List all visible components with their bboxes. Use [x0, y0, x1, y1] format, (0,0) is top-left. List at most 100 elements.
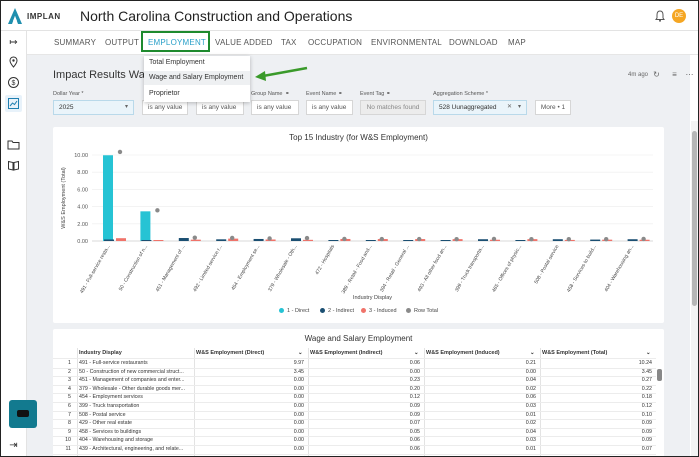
total-point [566, 236, 571, 242]
tab-download[interactable]: DOWNLOAD [449, 38, 498, 47]
bell-icon[interactable] [655, 10, 665, 22]
dollar-year-select[interactable]: 2025 ▾ [53, 100, 134, 115]
x-tick-label: 399 - Truck transporta... [454, 244, 486, 293]
link-icon[interactable]: ⚭ [386, 91, 391, 97]
x-tick-label: 472 - Hospitals [314, 244, 336, 276]
table-scrollbar-thumb[interactable] [657, 369, 662, 381]
dropdown-item-proprietor[interactable]: Proprietor [149, 90, 180, 97]
filter-any-2[interactable]: is any value [196, 100, 244, 115]
table-cell-value: 0.03 [525, 437, 536, 444]
table-cell-industry[interactable]: 491 - Full-service restaurants [79, 359, 192, 368]
chat-icon [17, 410, 29, 417]
dropdown-item-wage-salary[interactable]: Wage and Salary Employment [144, 71, 250, 85]
group-name-input[interactable]: is any value [251, 100, 299, 115]
expand-icon[interactable]: ↦ [7, 36, 20, 49]
tab-output[interactable]: OUTPUT [105, 38, 139, 47]
bar-indirect [515, 240, 526, 241]
table-cell-industry[interactable]: 508 - Postal service [79, 411, 192, 420]
more-options-icon[interactable]: ⋯ [685, 70, 694, 79]
legend-item[interactable]: 2 - Indirect [320, 308, 354, 314]
chevron-down-icon[interactable]: ⌄ [414, 348, 422, 358]
tab-summary[interactable]: SUMMARY [54, 38, 96, 47]
more-filters-button[interactable]: More • 1 [535, 100, 571, 115]
x-tick-label: 404 - Warehousing an... [604, 244, 636, 293]
table-title: Wage and Salary Employment [304, 334, 413, 343]
table-cell-value: 0.06 [409, 360, 420, 366]
x-tick-label: 458 - Services to build... [566, 244, 598, 293]
bar-direct [103, 155, 113, 241]
tab-tax[interactable]: TAX [281, 38, 297, 47]
bar-direct [140, 211, 151, 241]
legend-swatch [279, 308, 284, 313]
event-name-input[interactable]: is any value [306, 100, 353, 115]
table-cell-value: 0.03 [525, 403, 536, 409]
column-header[interactable]: W&S Employment (Induced) [426, 348, 538, 358]
tab-occupation[interactable]: OCCUPATION [308, 38, 362, 47]
table-cell-industry[interactable]: 50 - Construction of new commercial stru… [79, 368, 192, 377]
bar-indirect [291, 238, 301, 241]
table-cell-value: 0.05 [409, 428, 420, 435]
dollar-icon[interactable]: $ [7, 76, 20, 89]
tab-map[interactable]: MAP [508, 38, 526, 47]
table-cell-industry[interactable]: 458 - Services to buildings [79, 428, 192, 437]
logout-icon[interactable]: ⇥ [7, 439, 20, 452]
table-cell-industry[interactable]: 454 - Employment services [79, 393, 192, 402]
map-pin-icon[interactable] [7, 56, 20, 69]
bar-indirect [403, 240, 414, 241]
total-point [267, 236, 272, 241]
total-point [529, 236, 534, 242]
folder-icon[interactable] [7, 138, 20, 151]
book-icon[interactable] [7, 159, 20, 172]
column-header[interactable]: Industry Display [79, 348, 192, 358]
table-cell-industry[interactable]: 451 - Management of companies and enter.… [79, 376, 192, 385]
top-bar: IMPLAN North Carolina Construction and O… [1, 1, 698, 31]
table-cell-industry[interactable]: 379 - Wholesale - Other durable goods me… [79, 385, 192, 394]
chevron-down-icon[interactable]: ⌄ [298, 348, 306, 358]
legend-item[interactable]: 1 - Direct [279, 308, 309, 314]
filter-any-1[interactable]: is any value [142, 100, 188, 115]
chevron-down-icon[interactable]: ⌄ [530, 348, 538, 358]
dropdown-item-total-employment[interactable]: Total Employment [149, 59, 205, 66]
legend-item[interactable]: 3 - Induced [361, 308, 397, 314]
table-cell-value: 0.01 [525, 446, 536, 452]
column-header[interactable]: W&S Employment (Indirect) [310, 348, 422, 358]
chevron-down-icon[interactable]: ⌄ [646, 348, 654, 358]
table-cell-industry[interactable]: 429 - Other real estate [79, 419, 192, 428]
clear-icon[interactable]: ✕ [507, 101, 512, 114]
link-icon[interactable]: ⚭ [285, 91, 290, 97]
total-point [192, 235, 197, 240]
link-icon[interactable]: ⚭ [338, 91, 343, 97]
employment-dropdown: Total Employment Wage and Salary Employm… [144, 56, 250, 102]
x-axis-label: Industry Display [353, 295, 392, 301]
column-header[interactable]: W&S Employment (Direct) [196, 348, 306, 358]
table-cell-value: 0.09 [641, 437, 652, 444]
legend-item[interactable]: Row Total [406, 308, 438, 314]
column-header[interactable]: W&S Employment (Total) [542, 348, 654, 358]
event-tag-label: Event Tag [360, 91, 385, 97]
table-cell-value: 0.00 [293, 377, 304, 384]
table-cell-value: 0.07 [409, 420, 420, 427]
x-tick-label: 454 - Employment se... [230, 244, 261, 292]
aggregation-select[interactable]: 528 Uunaggregated ✕ ▾ [433, 100, 527, 115]
table-cell-value: 0.00 [293, 428, 304, 435]
y-tick-label: 4.00 [77, 205, 88, 211]
table-cell-value: 0.04 [525, 377, 536, 384]
table-cell-value: 9.97 [293, 360, 304, 366]
table-cell-industry[interactable]: 404 - Warehousing and storage [79, 436, 192, 445]
refresh-icon[interactable]: ↻ [652, 70, 661, 79]
chat-button[interactable] [9, 400, 37, 428]
tab-environmental[interactable]: ENVIRONMENTAL [371, 38, 442, 47]
tab-value-added[interactable]: VALUE ADDED [215, 38, 273, 47]
total-point [454, 236, 459, 242]
bar-indirect [627, 239, 638, 241]
filter-icon[interactable]: ≡ [670, 70, 679, 79]
page-scrollbar-thumb[interactable] [692, 131, 697, 306]
results-chart-icon[interactable] [7, 97, 20, 110]
table-cell-industry[interactable]: 439 - Architectural, engineering, and re… [79, 445, 192, 454]
avatar[interactable]: DE [672, 9, 686, 23]
total-point [304, 235, 310, 241]
page-scrollbar[interactable] [691, 121, 698, 456]
table-cell-industry[interactable]: 399 - Truck transportation [79, 402, 192, 411]
bar-indirect [328, 240, 339, 241]
table-cell-value: 0.18 [641, 394, 652, 401]
